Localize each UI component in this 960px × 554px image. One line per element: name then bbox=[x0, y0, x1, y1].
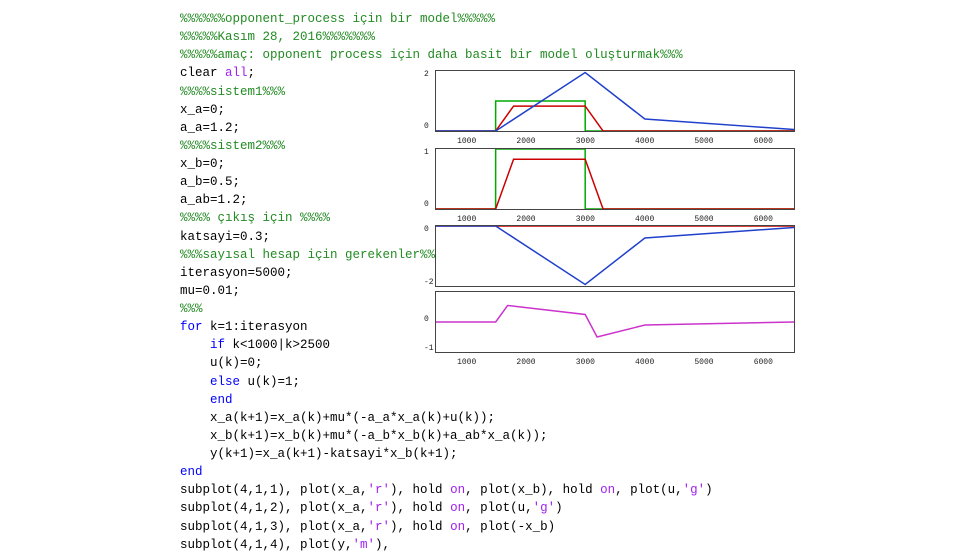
xtick-label: 5000 bbox=[674, 214, 733, 226]
charts-panel: 2 0 100020003000400050006000 1 0 1000200… bbox=[435, 70, 795, 369]
ytick: 0 bbox=[424, 121, 429, 133]
code-line: subplot(4,1,1), plot(x_a,'r'), hold on, … bbox=[180, 481, 780, 499]
code-line: %%%%%%opponent_process için bir model%%%… bbox=[180, 10, 780, 28]
xtick-label: 5000 bbox=[674, 136, 733, 148]
xtick-label: 1000 bbox=[437, 136, 496, 148]
xtick-label: 4000 bbox=[615, 357, 674, 369]
ytick: -2 bbox=[424, 277, 434, 289]
xtick-label: 6000 bbox=[734, 214, 793, 226]
xtick-label: 3000 bbox=[556, 357, 615, 369]
code-line: y(k+1)=x_a(k+1)-katsayi*x_b(k+1); bbox=[180, 445, 780, 463]
ytick: 0 bbox=[424, 314, 429, 326]
xtick-label: 6000 bbox=[734, 357, 793, 369]
xtick-label: 4000 bbox=[615, 136, 674, 148]
xticks-4: 100020003000400050006000 bbox=[435, 357, 795, 369]
code-line: end bbox=[180, 391, 780, 409]
code-line: subplot(4,1,2), plot(x_a,'r'), hold on, … bbox=[180, 499, 780, 517]
code-line: end bbox=[180, 463, 780, 481]
ytick: 0 bbox=[424, 224, 429, 236]
subplot-4: 0 -1 bbox=[435, 291, 795, 353]
xtick-label: 3000 bbox=[556, 136, 615, 148]
xtick-label: 1000 bbox=[437, 214, 496, 226]
ytick: 1 bbox=[424, 147, 429, 159]
ytick: -1 bbox=[424, 343, 434, 355]
xticks-2: 100020003000400050006000 bbox=[435, 214, 795, 226]
code-line: %%%%%amaç: opponent process için daha ba… bbox=[180, 46, 780, 64]
code-line: else u(k)=1; bbox=[180, 373, 780, 391]
xticks-1: 100020003000400050006000 bbox=[435, 136, 795, 148]
xtick-label: 4000 bbox=[615, 214, 674, 226]
code-line: x_b(k+1)=x_b(k)+mu*(-a_b*x_b(k)+a_ab*x_a… bbox=[180, 427, 780, 445]
subplot-2: 1 0 bbox=[435, 148, 795, 210]
code-line: x_a(k+1)=x_a(k)+mu*(-a_a*x_a(k)+u(k)); bbox=[180, 409, 780, 427]
ytick: 0 bbox=[424, 199, 429, 211]
xtick-label: 2000 bbox=[496, 136, 555, 148]
xtick-label: 6000 bbox=[734, 136, 793, 148]
subplot-1: 2 0 bbox=[435, 70, 795, 132]
subplot-3: 0 -2 bbox=[435, 225, 795, 287]
xtick-label: 2000 bbox=[496, 357, 555, 369]
code-line: subplot(4,1,3), plot(x_a,'r'), hold on, … bbox=[180, 518, 780, 536]
xtick-label: 3000 bbox=[556, 214, 615, 226]
code-line: %%%%%Kasım 28, 2016%%%%%%% bbox=[180, 28, 780, 46]
xtick-label: 1000 bbox=[437, 357, 496, 369]
xtick-label: 2000 bbox=[496, 214, 555, 226]
xtick-label: 5000 bbox=[674, 357, 733, 369]
code-line: subplot(4,1,4), plot(y,'m'), bbox=[180, 536, 780, 554]
ytick: 2 bbox=[424, 69, 429, 81]
